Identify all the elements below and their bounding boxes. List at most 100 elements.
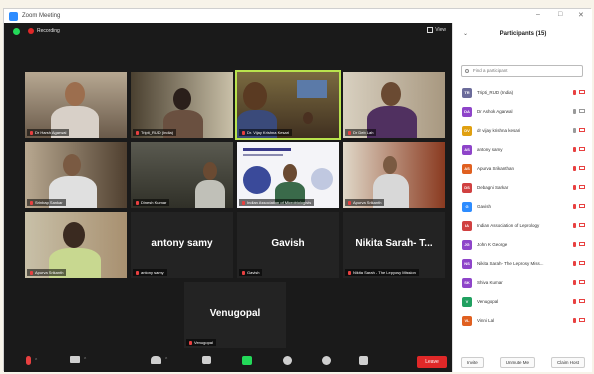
camera-icon[interactable] [579, 109, 585, 113]
chat-button[interactable] [202, 356, 211, 364]
video-tile[interactable]: Apurva Srikanth [25, 212, 127, 278]
mic-muted-icon[interactable] [573, 204, 576, 209]
mic-muted-icon [348, 270, 351, 275]
camera-off-icon[interactable] [579, 90, 585, 94]
close-icon[interactable]: ✕ [578, 11, 584, 19]
avatar: DS [462, 182, 472, 193]
video-tile[interactable]: Apurva Srikanth [343, 142, 445, 208]
mic-muted-icon[interactable] [573, 223, 576, 228]
mic-muted-icon[interactable] [573, 299, 576, 304]
participant-row[interactable]: SK Shiva Kumar [453, 273, 593, 292]
leave-meeting-button[interactable]: Leave [417, 356, 447, 368]
grid-view-icon [427, 27, 434, 33]
camera-off-icon[interactable] [579, 223, 585, 227]
claim-host-button[interactable]: Claim Host [550, 356, 585, 368]
video-tile-no-video[interactable]: Venugopal Venugopal [184, 282, 286, 348]
unmute-me-button[interactable]: Unmute Me [499, 356, 535, 368]
avatar: JG [462, 239, 472, 250]
chevron-up-icon[interactable]: ⌃ [83, 357, 87, 363]
chevron-up-icon[interactable]: ⌃ [164, 357, 168, 363]
video-tile-no-video[interactable]: Nikita Sarah- T... Nikita Sarah - The Le… [343, 212, 445, 278]
apps-button[interactable] [359, 356, 368, 365]
video-tile[interactable]: Indian Association of Microbiologists [237, 142, 339, 208]
participant-row[interactable]: DS Debagni Sarkar [453, 178, 593, 197]
mic-muted-icon[interactable] [573, 242, 576, 247]
chevron-up-icon[interactable]: ⌃ [34, 358, 38, 364]
mic-icon[interactable] [573, 109, 576, 114]
camera-off-icon[interactable] [579, 299, 585, 303]
mic-icon[interactable] [573, 128, 576, 133]
person-head [63, 154, 81, 176]
participant-name-tag: Gavish [239, 269, 263, 276]
participant-row[interactable]: DV dr vijay krishna kesari [453, 121, 593, 140]
banner-text-line [243, 148, 291, 151]
participant-row[interactable]: AS Apurva Srikanthan [453, 159, 593, 178]
participants-icon [151, 356, 161, 364]
camera-off-icon[interactable] [579, 242, 585, 246]
mic-muted-icon[interactable] [573, 185, 576, 190]
mic-muted-icon[interactable] [573, 280, 576, 285]
participant-name-tag: Dr Deb Lah [345, 129, 377, 136]
camera-off-icon[interactable] [579, 261, 585, 265]
share-screen-button[interactable] [242, 356, 252, 365]
mic-muted-icon[interactable] [573, 261, 576, 266]
camera-off-icon[interactable] [579, 185, 585, 189]
participant-search-input[interactable]: Find a participant [461, 65, 583, 77]
participant-row[interactable]: G Gavish [453, 197, 593, 216]
video-tile-no-video[interactable]: Gavish Gavish [237, 212, 339, 278]
mic-muted-icon[interactable] [573, 318, 576, 323]
reactions-button[interactable] [322, 356, 331, 365]
person-head [203, 162, 217, 180]
mic-muted-icon[interactable] [573, 166, 576, 171]
mic-muted-icon[interactable] [573, 147, 576, 152]
participant-name-tag: Indian Association of Microbiologists [239, 199, 315, 206]
participants-button[interactable]: ⌃ [151, 356, 168, 364]
record-button[interactable] [283, 356, 292, 365]
banner-text-line [243, 154, 283, 156]
participant-row[interactable]: VL Vinni Lal [453, 311, 593, 330]
camera-off-icon[interactable] [579, 204, 585, 208]
window-title: Zoom Meeting [22, 13, 61, 19]
mic-muted-icon[interactable] [573, 90, 576, 95]
participant-row[interactable]: JG John K George [453, 235, 593, 254]
maximize-icon[interactable]: □ [558, 11, 562, 18]
participant-row[interactable]: IA Indian Association of Leprology [453, 216, 593, 235]
camera-off-icon[interactable] [579, 128, 585, 132]
participant-row[interactable]: AS antony samy [453, 140, 593, 159]
minimize-icon[interactable]: – [536, 11, 540, 18]
participant-name-tag: Dinesh Kumar [133, 199, 170, 206]
video-tile-active-speaker[interactable]: Dr. Vijay Krishna Kesari [235, 70, 341, 140]
person-head [381, 82, 401, 106]
person-head [63, 222, 85, 248]
participant-row[interactable]: V Venugopal [453, 292, 593, 311]
participant-name-tag: antony samy [133, 269, 167, 276]
participant-row[interactable]: DA Dr Ashok Agarwal [453, 102, 593, 121]
video-button[interactable]: ⌃ [70, 356, 87, 363]
view-button[interactable]: View [427, 27, 446, 33]
participant-row[interactable]: TR Tripti_RUD (India) [453, 83, 593, 102]
camera-off-icon[interactable] [579, 147, 585, 151]
avatar: DV [462, 125, 472, 136]
video-tile[interactable]: Tripti_RUD (India) [131, 72, 233, 138]
mic-muted-icon [348, 200, 351, 205]
share-screen-icon [242, 356, 252, 365]
security-shield-icon[interactable] [13, 27, 20, 35]
camera-off-icon[interactable] [579, 280, 585, 284]
person-body [195, 180, 225, 208]
video-tile[interactable]: Dr Harsh Agarwal [25, 72, 127, 138]
invite-button[interactable]: Invite [460, 356, 484, 368]
meeting-top-bar: Recording View [4, 23, 452, 39]
camera-off-icon[interactable] [579, 166, 585, 170]
video-tile[interactable]: Dr Deb Lah [343, 72, 445, 138]
video-tile[interactable]: Srinbap Sankar [25, 142, 127, 208]
person-head [243, 82, 267, 110]
mute-button[interactable]: ⌃ [26, 356, 38, 365]
participant-name: Indian Association of Leprology [477, 223, 540, 228]
smiley-icon [322, 356, 331, 365]
participant-row[interactable]: NS Nikita Sarah- The Leprosy Miss... [453, 254, 593, 273]
mic-muted-icon [348, 130, 351, 135]
video-tile-no-video[interactable]: antony samy antony samy [131, 212, 233, 278]
video-tile[interactable]: Dinesh Kumar [131, 142, 233, 208]
camera-off-icon[interactable] [579, 318, 585, 322]
mic-muted-icon [136, 200, 139, 205]
